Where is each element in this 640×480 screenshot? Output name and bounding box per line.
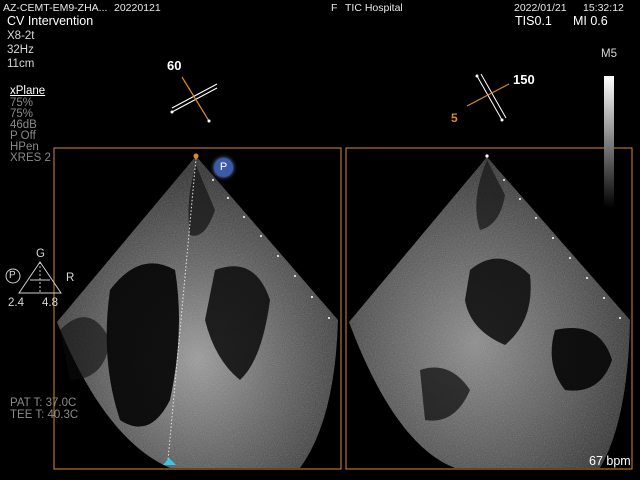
preset-name: CV Intervention xyxy=(7,14,94,28)
mi-value: MI 0.6 xyxy=(573,14,608,28)
exam-time: 15:32:12 xyxy=(583,2,624,14)
primary-plane-icon[interactable] xyxy=(170,76,218,123)
secondary-tilt: 5 xyxy=(451,111,458,125)
frame-rate: 32Hz xyxy=(7,44,34,56)
heart-rate: 67 bpm xyxy=(589,454,631,468)
patient-temperature: PAT T: 37.0C xyxy=(10,397,77,409)
patient-sex: F xyxy=(331,2,338,14)
orientation-g: G xyxy=(36,248,45,260)
imaging-canvas xyxy=(5,73,633,470)
p-badge-label: P xyxy=(219,161,228,173)
p-badge-icon[interactable]: P xyxy=(214,158,233,177)
orientation-left-value: 2.4 xyxy=(8,297,24,309)
orientation-right-value: 4.8 xyxy=(42,297,58,309)
tee-temperature: TEE T: 40.3C xyxy=(10,409,79,421)
orientation-r: R xyxy=(66,272,75,284)
probe-name: X8-2t xyxy=(7,30,35,42)
grayscale-map-label: M5 xyxy=(601,48,617,60)
left-sector xyxy=(57,156,338,468)
mode-title: xPlane xyxy=(10,85,46,97)
primary-angle: 60 xyxy=(167,58,182,73)
mode-param: XRES 2 xyxy=(10,152,51,164)
grayscale-bar xyxy=(604,76,614,208)
ultrasound-screen: P AZ-CEMT-EM9-ZHA... 20220121 F TIC Hosp… xyxy=(0,0,640,480)
cursor-origin-dot xyxy=(193,153,199,159)
depth: 11cm xyxy=(7,58,35,70)
orientation-p: P xyxy=(9,270,16,281)
secondary-plane-icon[interactable] xyxy=(466,73,510,122)
secondary-angle: 150 xyxy=(513,72,535,87)
study-date: 20220121 xyxy=(114,2,161,14)
hospital-name: TIC Hospital xyxy=(345,2,403,14)
patient-id: AZ-CEMT-EM9-ZHA... xyxy=(3,2,108,14)
right-sector xyxy=(349,157,630,468)
tis-value: TIS0.1 xyxy=(515,14,552,28)
exam-date: 2022/01/21 xyxy=(514,2,567,14)
